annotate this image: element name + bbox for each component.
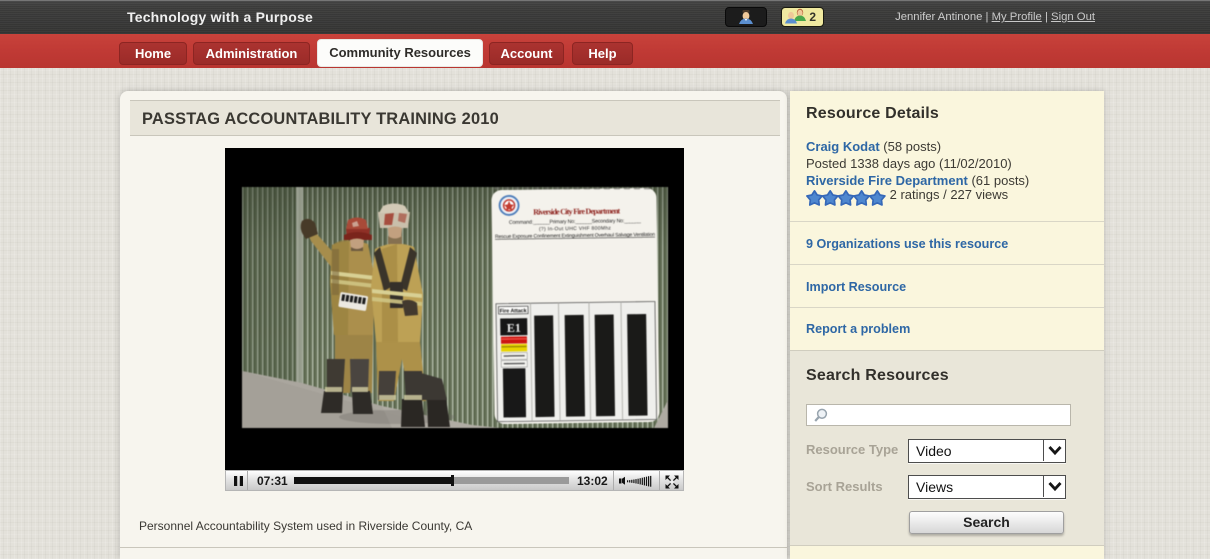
svg-text:Fire Attack: Fire Attack: [499, 308, 526, 314]
svg-text:(?) In-Out UHC VHF 800Mhz: (?) In-Out UHC VHF 800Mhz: [538, 225, 611, 232]
svg-text:Riverside City Fire Department: Riverside City Fire Department: [533, 206, 620, 216]
svg-text:E1: E1: [506, 321, 520, 335]
